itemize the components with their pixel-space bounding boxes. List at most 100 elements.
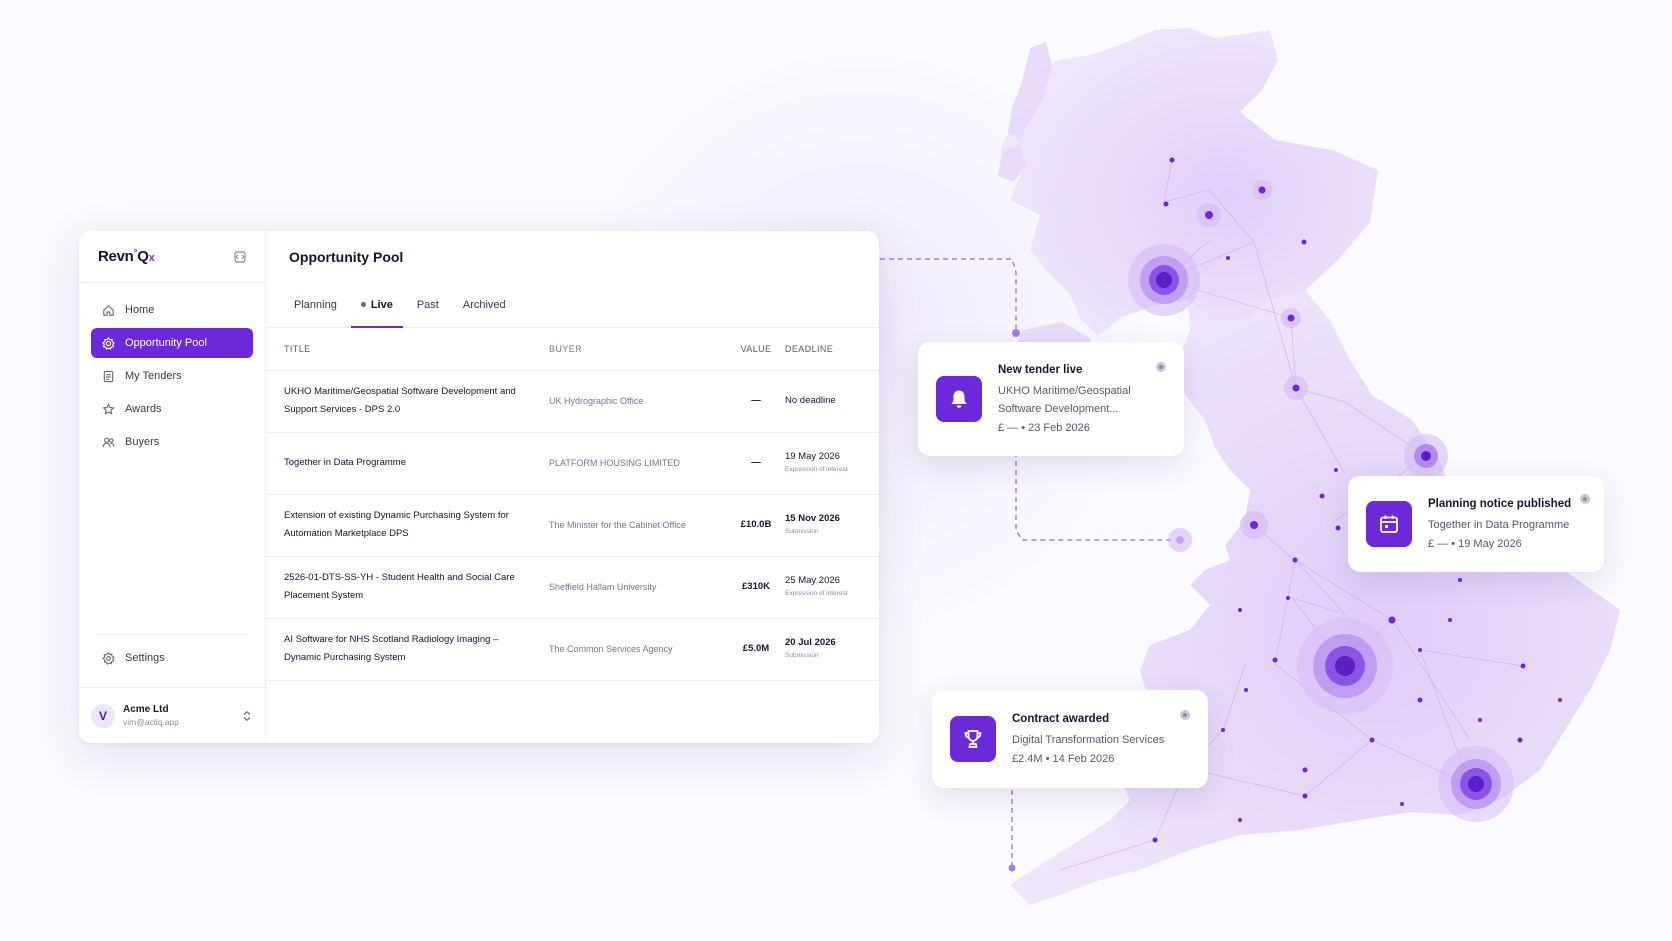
table-header-row: TITLE BUYER VALUE DEADLINE (266, 328, 879, 371)
chevron-up-down-icon[interactable] (241, 709, 253, 723)
document-icon (101, 369, 115, 383)
live-dot-icon (360, 302, 366, 307)
sidebar-item-awards[interactable]: Awards (91, 394, 253, 424)
account-switcher[interactable]: V Acme Ltd vim@acliq.app (79, 687, 265, 743)
card-title: Contract awarded (1012, 713, 1110, 725)
home-icon (101, 303, 115, 317)
card-title: Planning notice published (1428, 498, 1572, 510)
row-deadline: 19 May 2026 Expression of interest (785, 432, 879, 495)
row-value: £10.0B (727, 494, 785, 557)
table-row[interactable]: 2526-01-DTS-SS-YH - Student Health and S… (266, 556, 879, 619)
row-buyer: UK Hydrographic Office (549, 370, 727, 433)
table-row[interactable]: AI Software for NHS Scotland Radiology I… (266, 618, 879, 681)
card-description: UKHO Maritime/Geospatial (998, 385, 1131, 397)
row-deadline: No deadline (785, 370, 879, 433)
card-body: New tender live UKHO Maritime/Geospatial… (998, 364, 1168, 434)
status-dot-icon (1580, 494, 1590, 504)
users-icon (101, 435, 115, 449)
tab-live[interactable]: Live (350, 282, 403, 328)
connector-node (1012, 329, 1020, 337)
sidebar-item-settings[interactable]: Settings (91, 643, 253, 673)
deadline-date: 19 May 2026 (785, 451, 840, 462)
connector-node (1008, 864, 1016, 872)
deadline-type: Expression of interest (785, 590, 848, 597)
status-dot-icon (1156, 362, 1166, 372)
app-window: Revn°Qx Home Opportunity Pool My Tenders… (79, 231, 879, 743)
card-description: Software Development... (998, 403, 1119, 415)
tab-planning[interactable]: Planning (284, 282, 347, 327)
row-title: Extension of existing Dynamic Purchasing… (266, 494, 549, 557)
row-title: AI Software for NHS Scotland Radiology I… (266, 618, 549, 681)
sidebar-item-opportunity-pool[interactable]: Opportunity Pool (91, 328, 253, 358)
map-hotspot-newcastle (1404, 434, 1448, 478)
deadline-date: 20 Jul 2026 (785, 637, 836, 648)
notification-card-contract-awarded[interactable]: Contract awarded Digital Transformation … (932, 690, 1208, 788)
sidebar-item-label: Opportunity Pool (125, 337, 207, 349)
logo-q: Q (137, 248, 149, 265)
bell-icon (936, 376, 982, 422)
deadline-date: 15 Nov 2026 (785, 513, 840, 524)
row-value: — (727, 370, 785, 433)
opportunity-table: TITLE BUYER VALUE DEADLINE UKHO Maritime… (266, 328, 879, 681)
sidebar-item-buyers[interactable]: Buyers (91, 427, 253, 457)
sidebar-header: Revn°Qx (79, 231, 265, 283)
row-buyer: The Common Services Agency (549, 618, 727, 681)
row-buyer: PLATFORM HOUSING LIMITED (549, 432, 727, 495)
account-info: Acme Ltd vim@acliq.app (123, 704, 241, 727)
card-meta: £2.4M • 14 Feb 2026 (1012, 753, 1115, 765)
card-meta: £ — • 19 May 2026 (1428, 538, 1522, 550)
tab-past[interactable]: Past (407, 282, 449, 327)
status-dot-icon (1180, 710, 1190, 720)
tab-label: Archived (462, 298, 506, 311)
tab-label: Live (370, 298, 393, 311)
logo-sup: ° (133, 248, 138, 259)
tab-archived[interactable]: Archived (453, 282, 516, 327)
status-tabs: Planning Live Past Archived (266, 283, 879, 328)
card-body: Planning notice published Together in Da… (1428, 498, 1588, 550)
collapse-sidebar-icon[interactable] (233, 250, 247, 264)
main-panel: Opportunity Pool Planning Live Past Arch… (266, 231, 879, 743)
trophy-icon (950, 716, 996, 762)
deadline-type: Submission (785, 652, 819, 659)
tab-label: Past (416, 298, 439, 311)
table-row[interactable]: Together in Data Programme PLATFORM HOUS… (266, 432, 879, 495)
row-title: 2526-01-DTS-SS-YH - Student Health and S… (266, 556, 549, 619)
map-hotspot-glasgow (1128, 244, 1200, 316)
table-row[interactable]: Extension of existing Dynamic Purchasing… (266, 494, 879, 557)
award-icon (101, 402, 115, 416)
sidebar-bottom: Settings (79, 634, 265, 687)
sidebar-item-label: Awards (125, 403, 162, 415)
sidebar-item-label: Settings (125, 652, 165, 664)
row-value: — (727, 432, 785, 495)
opportunity-icon (101, 336, 115, 350)
card-meta: £ — • 23 Feb 2026 (998, 422, 1090, 434)
row-buyer: Sheffield Hallam University (549, 556, 727, 619)
tab-label: Planning (294, 298, 337, 311)
sidebar-item-home[interactable]: Home (91, 295, 253, 325)
page-title: Opportunity Pool (289, 249, 404, 265)
sidebar-nav: Home Opportunity Pool My Tenders Awards … (79, 283, 265, 634)
sidebar-item-label: Buyers (125, 436, 160, 448)
column-header-deadline[interactable]: DEADLINE (785, 328, 879, 371)
sidebar-item-my-tenders[interactable]: My Tenders (91, 361, 253, 391)
calendar-icon (1366, 501, 1412, 547)
logo-text: Revn (98, 248, 134, 265)
brand-logo[interactable]: Revn°Qx (98, 248, 155, 265)
row-deadline: 20 Jul 2026 Submission (785, 618, 879, 681)
row-value: £5.0M (727, 618, 785, 681)
notification-card-tender-live[interactable]: New tender live UKHO Maritime/Geospatial… (918, 342, 1184, 456)
sidebar-divider (97, 634, 247, 635)
card-title: New tender live (998, 364, 1083, 376)
column-header-title[interactable]: TITLE (266, 328, 549, 371)
table-row[interactable]: UKHO Maritime/Geospatial Software Develo… (266, 370, 879, 433)
avatar: V (91, 703, 115, 728)
row-deadline: 15 Nov 2026 Submission (785, 494, 879, 557)
notification-card-planning-notice[interactable]: Planning notice published Together in Da… (1348, 476, 1604, 572)
column-header-buyer[interactable]: BUYER (549, 328, 727, 371)
account-name: Acme Ltd (123, 704, 169, 715)
row-value: £310K (727, 556, 785, 619)
map-hotspot-midlands (1297, 618, 1393, 714)
deadline-type: Submission (785, 528, 819, 535)
column-header-value[interactable]: VALUE (727, 328, 785, 371)
sidebar: Revn°Qx Home Opportunity Pool My Tenders… (79, 231, 266, 743)
